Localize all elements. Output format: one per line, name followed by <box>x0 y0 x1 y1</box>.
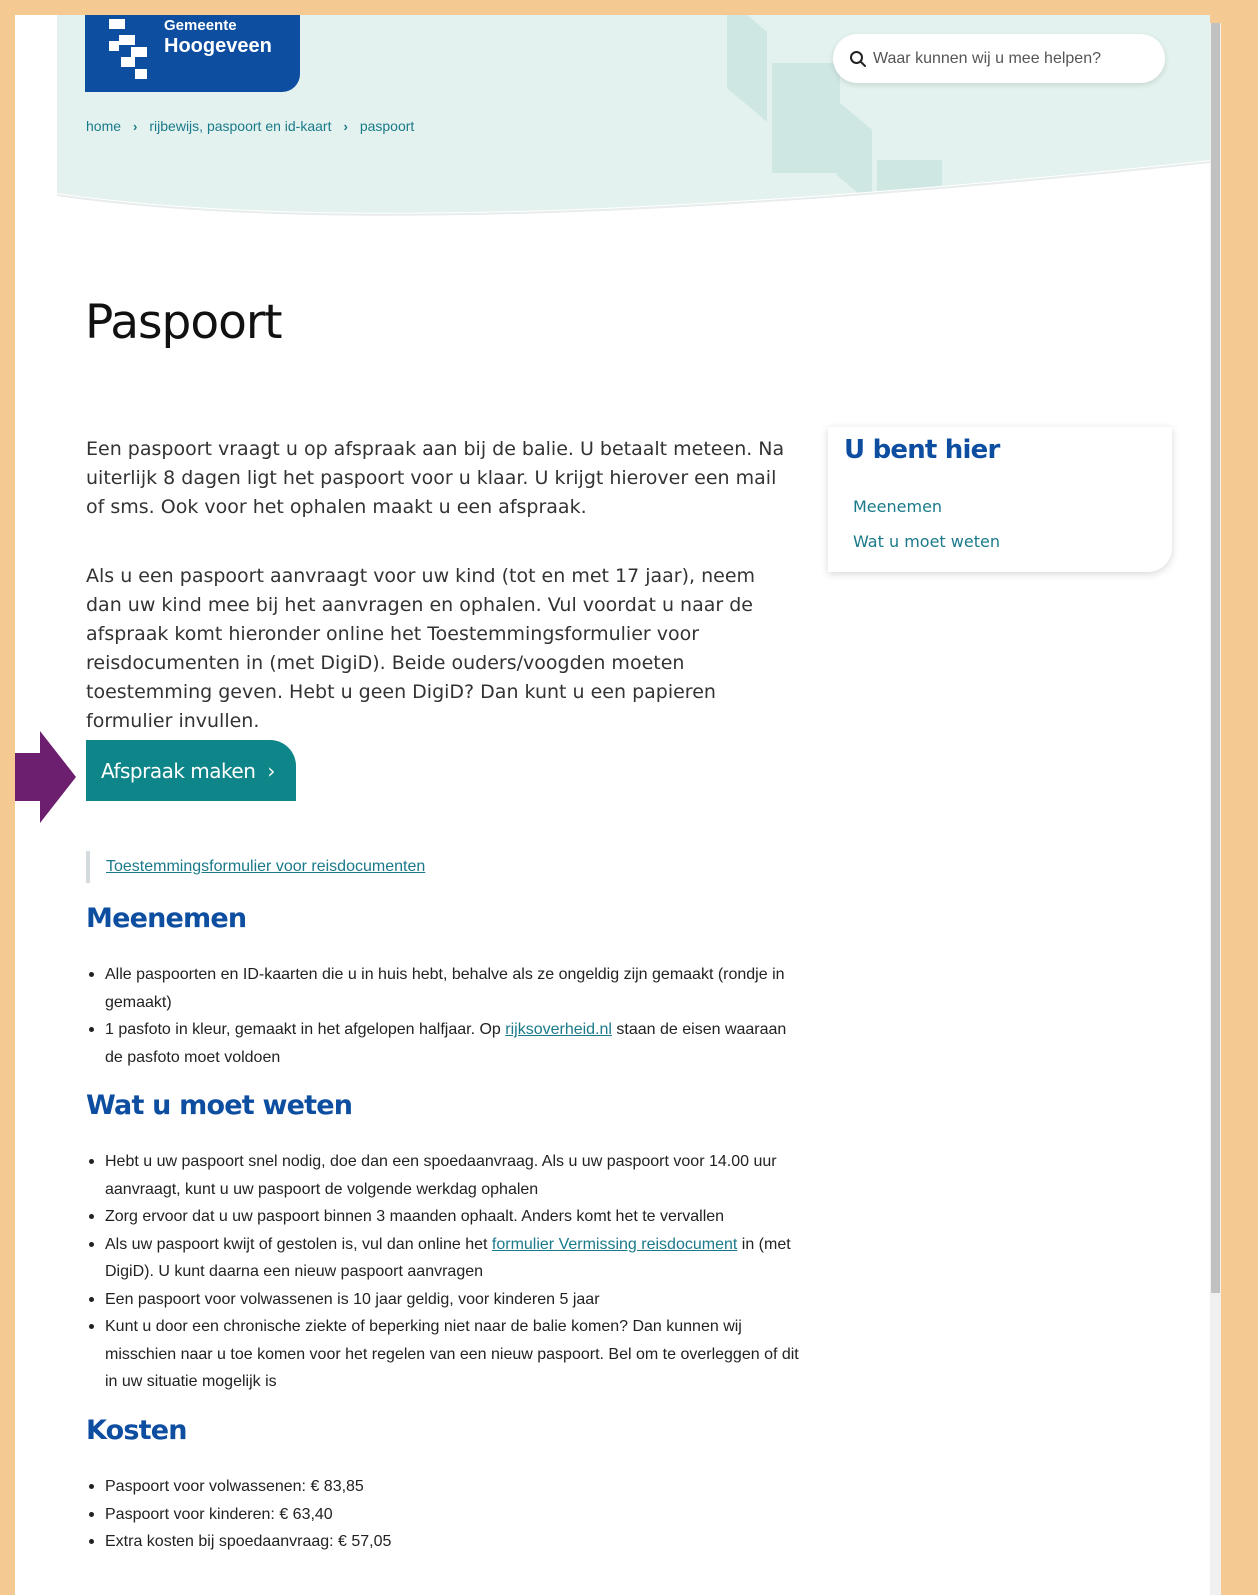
list-item-text: Als uw paspoort kwijt of gestolen is, vu… <box>105 1235 492 1253</box>
search-box[interactable] <box>833 34 1165 83</box>
sidebar-link-wat-u-moet-weten[interactable]: Wat u moet weten <box>853 532 1000 551</box>
chevron-right-icon: › <box>267 758 275 783</box>
header-curve <box>56 160 1210 255</box>
vertical-scrollbar[interactable] <box>1210 23 1221 1595</box>
header-decoration <box>727 15 767 122</box>
list-item: Paspoort voor kinderen: € 63,40 <box>86 1501 806 1529</box>
sidebar-link-meenemen[interactable]: Meenemen <box>853 497 942 516</box>
on-this-page-panel: U bent hier Meenemen Wat u moet weten <box>828 427 1172 572</box>
search-icon <box>850 51 866 67</box>
sidebar-title: U bent hier <box>844 435 1000 465</box>
heading-wat-u-moet-weten: Wat u moet weten <box>86 1090 353 1121</box>
kosten-list: Paspoort voor volwassenen: € 83,85 Paspo… <box>86 1473 806 1556</box>
search-input[interactable] <box>871 47 1155 71</box>
chevron-right-icon: › <box>343 118 348 134</box>
afspraak-maken-button[interactable]: Afspraak maken › <box>86 740 296 801</box>
list-item-text: 1 pasfoto in kleur, gemaakt in het afgel… <box>105 1021 506 1038</box>
breadcrumb-paspoort[interactable]: paspoort <box>360 118 414 134</box>
heading-meenemen: Meenemen <box>86 903 247 934</box>
list-item: Als uw paspoort kwijt of gestolen is, vu… <box>86 1231 806 1286</box>
intro-paragraph: Als u een paspoort aanvraagt voor uw kin… <box>86 565 756 732</box>
consent-form-link[interactable]: Toestemmingsformulier voor reisdocumente… <box>106 858 425 876</box>
list-item: Alle paspoorten en ID-kaarten die u in h… <box>86 961 806 1016</box>
logo-text-hoogeveen: Hoogeveen <box>164 35 272 57</box>
page-title: Paspoort <box>85 295 283 350</box>
heading-kosten: Kosten <box>86 1415 188 1446</box>
list-item: Hebt u uw paspoort snel nodig, doe dan e… <box>86 1148 806 1203</box>
arrow-right-icon <box>15 731 76 823</box>
chevron-right-icon: › <box>133 118 138 134</box>
list-item: Extra kosten bij spoedaanvraag: € 57,05 <box>86 1528 806 1556</box>
breadcrumb-home[interactable]: home <box>86 118 121 134</box>
wat-u-moet-weten-list: Hebt u uw paspoort snel nodig, doe dan e… <box>86 1148 806 1396</box>
breadcrumb-rijbewijs[interactable]: rijbewijs, paspoort en id-kaart <box>149 118 331 134</box>
breadcrumb: home › rijbewijs, paspoort en id-kaart ›… <box>86 118 414 134</box>
consent-form-block: Toestemmingsformulier voor reisdocumente… <box>86 851 425 883</box>
intro-paragraph: Een paspoort vraagt u op afspraak aan bi… <box>86 438 785 518</box>
scrollbar-thumb[interactable] <box>1211 23 1220 1293</box>
rijksoverheid-link[interactable]: rijksoverheid.nl <box>505 1021 612 1038</box>
meenemen-list: Alle paspoorten en ID-kaarten die u in h… <box>86 961 806 1071</box>
list-item: Zorg ervoor dat u uw paspoort binnen 3 m… <box>86 1203 806 1231</box>
list-item: Paspoort voor volwassenen: € 83,85 <box>86 1473 806 1501</box>
logo-text-gemeente: Gemeente <box>164 17 237 34</box>
vermissing-form-link[interactable]: formulier Vermissing reisdocument <box>492 1236 737 1253</box>
list-item: Een paspoort voor volwassenen is 10 jaar… <box>86 1286 806 1314</box>
list-item: 1 pasfoto in kleur, gemaakt in het afgel… <box>86 1016 806 1071</box>
municipality-logo[interactable]: Gemeente Hoogeveen <box>85 15 300 92</box>
browser-viewport: Gemeente Hoogeveen home › rijbewijs, pas… <box>15 15 1210 1595</box>
afspraak-maken-label: Afspraak maken <box>101 758 256 783</box>
list-item: Kunt u door een chronische ziekte of bep… <box>86 1313 806 1396</box>
logo-mark-icon <box>109 19 147 79</box>
